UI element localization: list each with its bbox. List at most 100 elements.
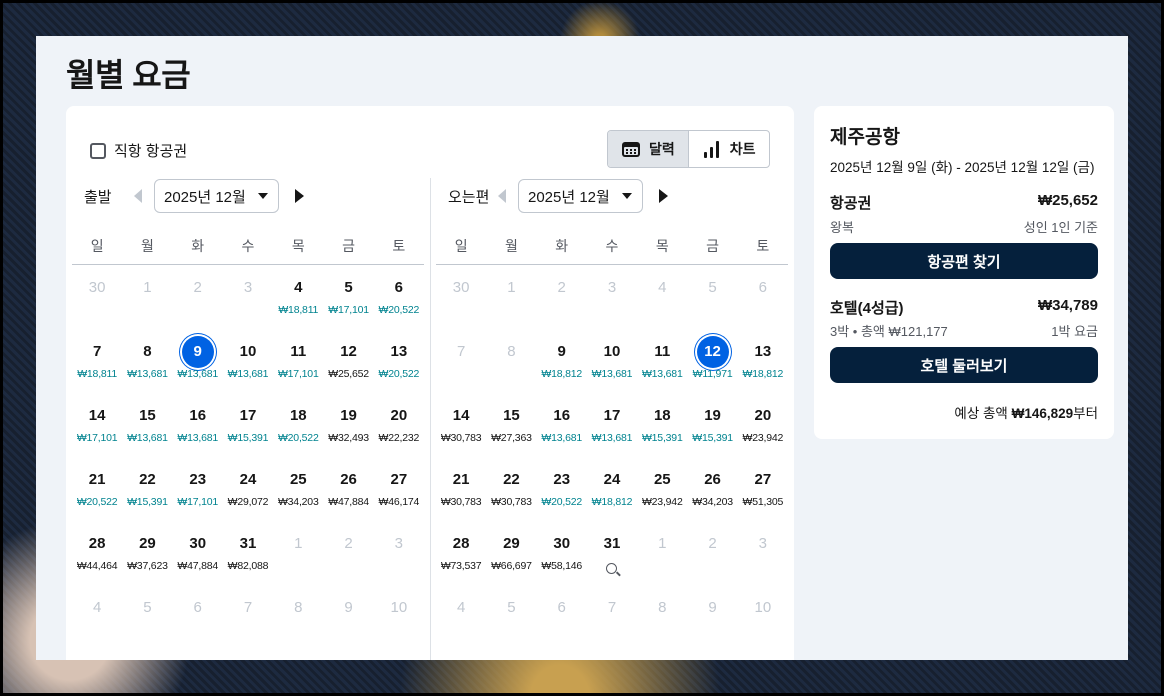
day-number: 2 <box>557 279 566 296</box>
day-price: ₩30,783 <box>440 432 482 444</box>
return-day-cell[interactable]: 17 ₩13,681 <box>587 393 637 457</box>
day-price: ₩47,884 <box>328 496 369 508</box>
calendar-view-button[interactable]: 달력 <box>608 131 688 167</box>
departure-day-cell[interactable]: 7 ₩18,811 <box>72 329 122 393</box>
day-price: ₩34,203 <box>692 496 733 508</box>
return-day-cell[interactable]: 13 ₩18,812 <box>738 329 788 393</box>
day-number: 18 <box>653 407 671 424</box>
departure-day-cell[interactable]: 5 ₩17,101 <box>323 265 373 329</box>
return-month-select[interactable]: 2025년 12월 <box>518 179 643 213</box>
weekday: 일 <box>90 238 104 254</box>
departure-day-cell[interactable]: 8 ₩13,681 <box>122 329 172 393</box>
departure-day-cell[interactable]: 29 ₩37,623 <box>122 521 172 585</box>
departure-day-cell[interactable]: 23 ₩17,101 <box>173 457 223 521</box>
departure-day-cell[interactable]: 13 ₩20,522 <box>374 329 424 393</box>
return-day-cell[interactable]: 31 <box>587 521 637 585</box>
return-day-cell[interactable]: 27 ₩51,305 <box>738 457 788 521</box>
return-day-cell[interactable]: 22 ₩30,783 <box>486 457 536 521</box>
return-day-cell[interactable]: 30 ₩58,146 <box>537 521 587 585</box>
direct-flights-filter[interactable]: 직항 항공권 <box>90 140 187 161</box>
departure-day-cell[interactable]: 28 ₩44,464 <box>72 521 122 585</box>
chart-view-label: 차트 <box>729 141 756 157</box>
day-price: ₩17,101 <box>277 368 319 380</box>
return-day-cell[interactable]: 16 ₩13,681 <box>537 393 587 457</box>
departure-next-month-icon[interactable] <box>295 189 304 203</box>
day-number: 28 <box>88 535 106 552</box>
departure-day-cell[interactable]: 27 ₩46,174 <box>374 457 424 521</box>
departure-day-cell[interactable]: 25 ₩34,203 <box>273 457 323 521</box>
return-day-cell[interactable]: 20 ₩23,942 <box>738 393 788 457</box>
browse-hotels-button[interactable]: 호텔 둘러보기 <box>830 347 1098 383</box>
day-number: 30 <box>452 279 470 296</box>
return-day-cell[interactable]: 10 ₩13,681 <box>587 329 637 393</box>
departure-day-cell[interactable]: 21 ₩20,522 <box>72 457 122 521</box>
return-day-cell: 7 <box>436 329 486 393</box>
departure-day-cell[interactable]: 14 ₩17,101 <box>72 393 122 457</box>
page-title: 월별 요금 <box>66 57 191 93</box>
departure-day-cell[interactable]: 9 ₩13,681 <box>173 329 223 393</box>
departure-day-cell[interactable]: 31 ₩82,088 <box>223 521 273 585</box>
day-number: 5 <box>143 599 152 616</box>
flight-price-basis: 성인 1인 기준 <box>1023 220 1098 235</box>
departure-day-cell[interactable]: 26 ₩47,884 <box>323 457 373 521</box>
return-next-month-icon[interactable] <box>659 189 668 203</box>
departure-month-select[interactable]: 2025년 12월 <box>154 179 279 213</box>
hotel-price: ₩34,789 <box>1037 297 1098 314</box>
day-number: 11 <box>654 343 671 360</box>
day-number: 10 <box>754 599 772 616</box>
return-day-cell[interactable]: 25 ₩23,942 <box>637 457 687 521</box>
day-number: 19 <box>340 407 357 424</box>
find-flights-button[interactable]: 항공편 찾기 <box>830 243 1098 279</box>
departure-day-cell[interactable]: 15 ₩13,681 <box>122 393 172 457</box>
departure-day-cell[interactable]: 22 ₩15,391 <box>122 457 172 521</box>
return-day-cell[interactable]: 19 ₩15,391 <box>687 393 737 457</box>
return-day-cell[interactable]: 11 ₩13,681 <box>637 329 687 393</box>
departure-day-cell[interactable]: 24 ₩29,072 <box>223 457 273 521</box>
day-number: 5 <box>507 599 516 616</box>
departure-day-cell[interactable]: 10 ₩13,681 <box>223 329 273 393</box>
return-day-cell[interactable]: 28 ₩73,537 <box>436 521 486 585</box>
day-price: ₩18,811 <box>77 368 118 380</box>
day-number: 18 <box>289 407 307 424</box>
day-number: 29 <box>503 535 520 552</box>
departure-day-cell[interactable]: 6 ₩20,522 <box>374 265 424 329</box>
return-day-cell[interactable]: 9 ₩18,812 <box>537 329 587 393</box>
weekday: 수 <box>241 238 255 254</box>
day-number: 31 <box>603 535 621 552</box>
departure-days-grid: 30 1 2 3 4 ₩18,811 5 ₩17,101 6 ₩20,522 7 ₩18,811 8 ₩1… <box>72 265 424 649</box>
weekday: 월 <box>504 238 518 254</box>
return-day-cell[interactable]: 23 ₩20,522 <box>537 457 587 521</box>
departure-day-cell[interactable]: 19 ₩32,493 <box>323 393 373 457</box>
departure-day-cell[interactable]: 12 ₩25,652 <box>323 329 373 393</box>
day-price: ₩17,101 <box>76 432 118 444</box>
return-prev-month-icon[interactable] <box>498 189 506 203</box>
return-day-cell[interactable]: 21 ₩30,783 <box>436 457 486 521</box>
departure-day-cell[interactable]: 16 ₩13,681 <box>173 393 223 457</box>
hotel-price-basis: 1박 요금 <box>1051 324 1098 339</box>
departure-day-cell[interactable]: 11 ₩17,101 <box>273 329 323 393</box>
weekday: 목 <box>291 238 305 254</box>
return-day-cell[interactable]: 26 ₩34,203 <box>687 457 737 521</box>
direct-flights-label: 직항 항공권 <box>114 143 188 160</box>
return-day-cell[interactable]: 15 ₩27,363 <box>486 393 536 457</box>
departure-prev-month-icon[interactable] <box>134 189 142 203</box>
return-day-cell[interactable]: 18 ₩15,391 <box>637 393 687 457</box>
return-day-cell[interactable]: 29 ₩66,697 <box>486 521 536 585</box>
departure-day-cell: 7 <box>223 585 273 649</box>
hotel-price-row: 호텔(4성급) ₩34,789 <box>830 297 1098 318</box>
day-number: 30 <box>553 535 571 552</box>
day-number: 2 <box>708 535 717 552</box>
return-day-cell[interactable]: 14 ₩30,783 <box>436 393 486 457</box>
weekday: 수 <box>605 238 619 254</box>
hotel-total-detail: 3박 • 총액 ₩121,177 <box>830 324 948 339</box>
return-day-cell[interactable]: 24 ₩18,812 <box>587 457 637 521</box>
direct-flights-checkbox[interactable] <box>90 142 106 159</box>
departure-day-cell[interactable]: 4 ₩18,811 <box>273 265 323 329</box>
departure-day-cell[interactable]: 17 ₩15,391 <box>223 393 273 457</box>
departure-day-cell[interactable]: 30 ₩47,884 <box>173 521 223 585</box>
chart-view-button[interactable]: 차트 <box>687 131 769 167</box>
departure-day-cell[interactable]: 18 ₩20,522 <box>273 393 323 457</box>
return-day-cell[interactable]: 12 ₩11,971 <box>687 329 737 393</box>
departure-day-cell[interactable]: 20 ₩22,232 <box>374 393 424 457</box>
return-day-cell: 6 <box>738 265 788 329</box>
